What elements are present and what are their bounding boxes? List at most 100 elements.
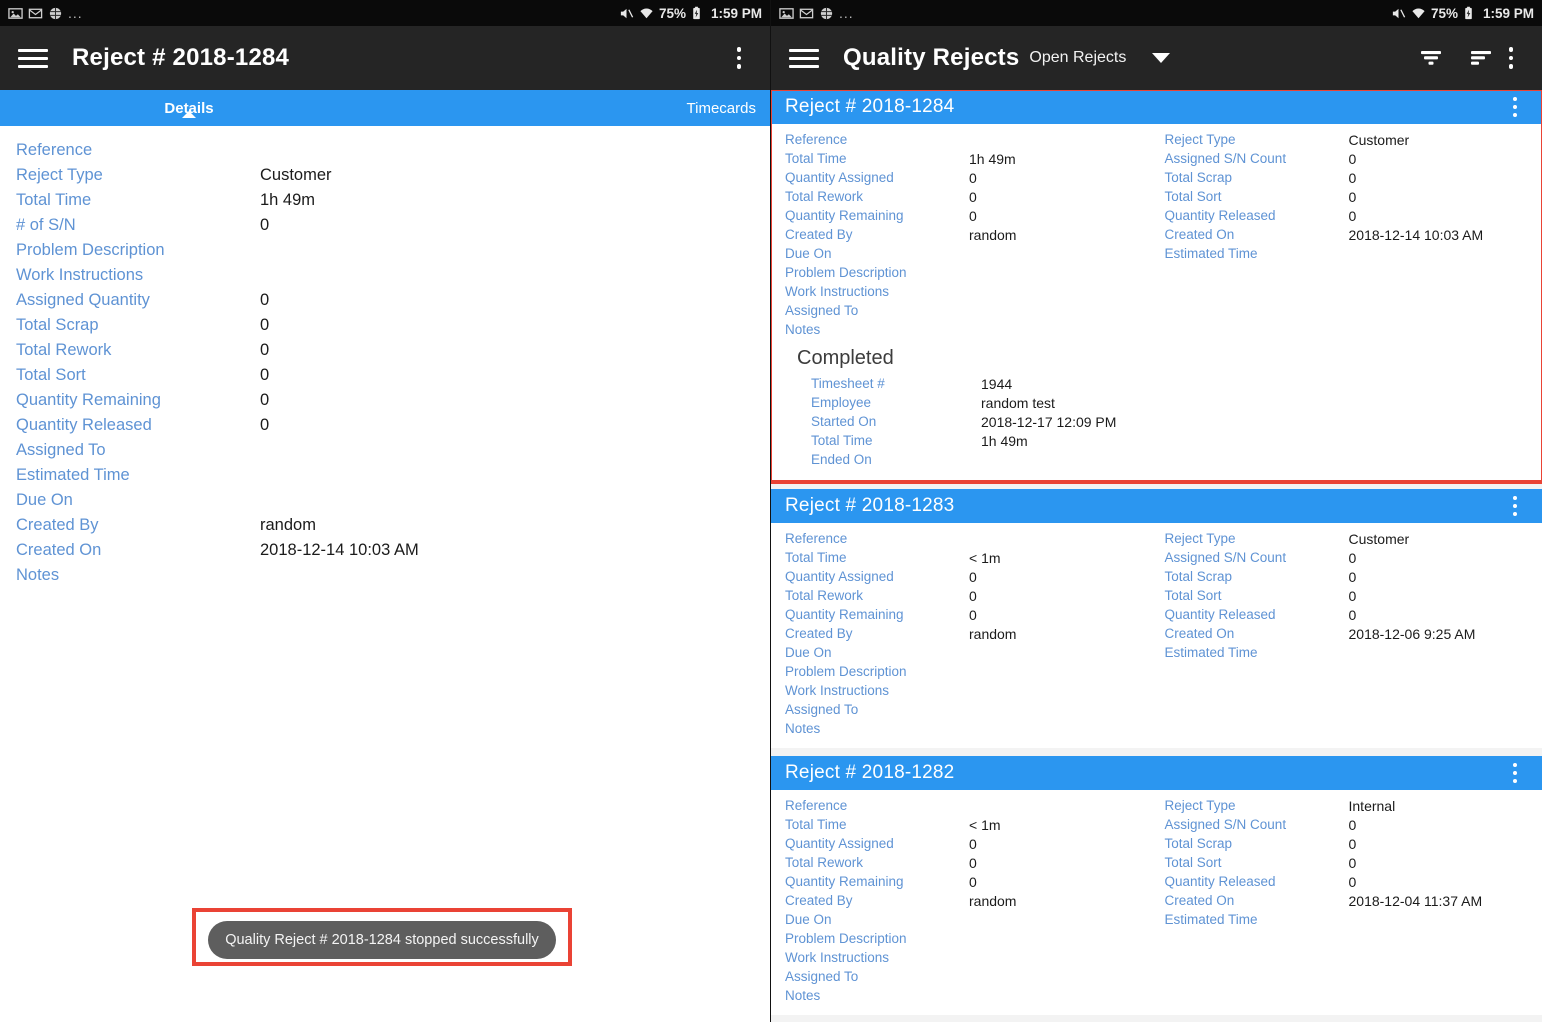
field-label: Problem Description	[785, 664, 907, 679]
field-label: Due On	[785, 246, 832, 261]
field-row: Quantity Remaining 0	[785, 206, 1157, 225]
hamburger-icon[interactable]	[18, 46, 48, 70]
field-label: Quantity Assigned	[785, 836, 894, 851]
reject-field-grid: Reference Total Time < 1m Quantity Assign…	[771, 796, 1542, 1005]
field-row: Quantity Assigned 0	[785, 834, 1157, 853]
field-row: Work Instructions	[785, 681, 1157, 700]
field-label: Quantity Assigned	[785, 170, 894, 185]
field-value: 0	[969, 587, 977, 604]
reject-card-list[interactable]: Reject # 2018-1284 Reference Total Time 1…	[771, 90, 1542, 1022]
battery-icon	[1463, 6, 1478, 21]
reject-card[interactable]: Reject # 2018-1284 Reference Total Time 1…	[771, 90, 1542, 484]
field-row: Created On 2018-12-04 11:37 AM	[1165, 891, 1542, 910]
toast-highlight-box: Quality Reject # 2018-1284 stopped succe…	[192, 908, 572, 966]
page-title: Quality Rejects	[843, 44, 1020, 71]
field-label: Total Sort	[1164, 855, 1222, 870]
kebab-menu-icon[interactable]	[1498, 43, 1524, 73]
field-label: Assigned S/N Count	[1164, 151, 1287, 166]
field-value: 2018-12-04 11:37 AM	[1348, 892, 1483, 909]
chevron-down-icon[interactable]	[1152, 53, 1171, 63]
reject-card-header[interactable]: Reject # 2018-1284	[771, 90, 1542, 124]
field-row: Assigned To	[785, 967, 1157, 986]
sort-icon[interactable]	[1464, 41, 1498, 75]
field-label: Estimated Time	[1164, 246, 1258, 261]
detail-row: Created On 2018-12-14 10:03 AM	[16, 538, 754, 563]
field-value: 0	[1348, 587, 1357, 604]
image-icon	[779, 6, 794, 21]
reject-card-header[interactable]: Reject # 2018-1282	[771, 756, 1542, 790]
tab-active-indicator-icon	[182, 110, 196, 118]
detail-value: 0	[260, 216, 270, 234]
detail-row: # of S/N 0	[16, 213, 754, 238]
kebab-menu-icon[interactable]	[726, 43, 752, 73]
tab-timecards-label: Timecards	[686, 99, 756, 117]
tab-details[interactable]: Details	[0, 100, 378, 118]
field-label: Quantity Remaining	[785, 607, 904, 622]
field-value: 0	[1348, 549, 1357, 566]
field-label: Total Time	[785, 817, 847, 832]
status-bar-notification-icons: ...	[779, 6, 854, 21]
hamburger-icon[interactable]	[789, 46, 819, 70]
mute-icon	[1391, 6, 1406, 21]
detail-row: Due On	[16, 488, 754, 513]
detail-label: Quantity Released	[16, 416, 152, 434]
kebab-menu-icon[interactable]	[1502, 758, 1528, 788]
detail-value: 0	[260, 316, 270, 334]
field-row: Quantity Remaining 0	[785, 872, 1157, 891]
field-label: Created By	[785, 893, 853, 908]
reject-card[interactable]: Reject # 2018-1283 Reference Total Time <…	[771, 489, 1542, 748]
reject-card-header[interactable]: Reject # 2018-1283	[771, 489, 1542, 523]
field-row: Reject Type Customer	[1165, 130, 1542, 149]
field-value: < 1m	[969, 816, 1001, 833]
field-row: Reference	[785, 796, 1157, 815]
reject-card-body: Reference Total Time 1h 49m Quantity Assi…	[771, 124, 1542, 481]
kebab-menu-icon[interactable]	[1502, 491, 1528, 521]
reject-fields-left-column: Reference Total Time 1h 49m Quantity Assi…	[771, 130, 1157, 339]
field-label: Reference	[785, 798, 848, 813]
field-row: Estimated Time	[1165, 643, 1542, 662]
field-label: Reference	[785, 531, 848, 546]
detail-row: Created By random	[16, 513, 754, 538]
field-row: Estimated Time	[1165, 910, 1542, 929]
field-value: 0	[1348, 188, 1357, 205]
field-value: random	[969, 625, 1017, 642]
field-value: 2018-12-06 9:25 AM	[1348, 625, 1476, 642]
field-row: Quantity Remaining 0	[785, 605, 1157, 624]
detail-row: Notes	[16, 563, 754, 588]
field-label: Created On	[1164, 893, 1235, 908]
field-row: Work Instructions	[785, 948, 1157, 967]
reject-field-grid: Reference Total Time 1h 49m Quantity Assi…	[771, 130, 1542, 339]
reject-card[interactable]: Reject # 2018-1282 Reference Total Time <…	[771, 756, 1542, 1015]
detail-value: Customer	[260, 166, 332, 184]
kebab-menu-icon[interactable]	[1502, 92, 1528, 122]
reject-card-title: Reject # 2018-1284	[785, 96, 955, 117]
filter-icon[interactable]	[1414, 41, 1448, 75]
field-value: 0	[1348, 606, 1357, 623]
field-row: Total Time < 1m	[785, 815, 1157, 834]
detail-row: Total Scrap 0	[16, 313, 754, 338]
field-value: 0	[1348, 854, 1357, 871]
clock-label: 1:59 PM	[710, 5, 762, 21]
detail-label: Created By	[16, 516, 99, 534]
left-app-bar: Reject # 2018-1284	[0, 26, 770, 90]
tab-timecards[interactable]: Timecards	[378, 100, 770, 117]
detail-label: Total Sort	[16, 366, 86, 384]
detail-row: Reference	[16, 138, 754, 163]
field-label: Notes	[785, 721, 821, 736]
detail-row: Work Instructions	[16, 263, 754, 288]
field-row: Total Sort 0	[1165, 853, 1542, 872]
field-label: Total Scrap	[1164, 170, 1233, 185]
field-value: 0	[1348, 150, 1357, 167]
detail-row: Assigned Quantity 0	[16, 288, 754, 313]
timesheet-status-label: Completed	[797, 347, 894, 369]
field-row: Assigned To	[785, 700, 1157, 719]
detail-label: Reject Type	[16, 166, 103, 184]
field-row: Due On	[785, 244, 1157, 263]
field-label: Quantity Assigned	[785, 569, 894, 584]
field-label: Assigned To	[785, 303, 859, 318]
mute-icon	[619, 6, 634, 21]
field-label: Quantity Released	[1164, 607, 1276, 622]
field-row: Quantity Released 0	[1165, 872, 1542, 891]
field-row: Problem Description	[785, 263, 1157, 282]
detail-row: Problem Description	[16, 238, 754, 263]
